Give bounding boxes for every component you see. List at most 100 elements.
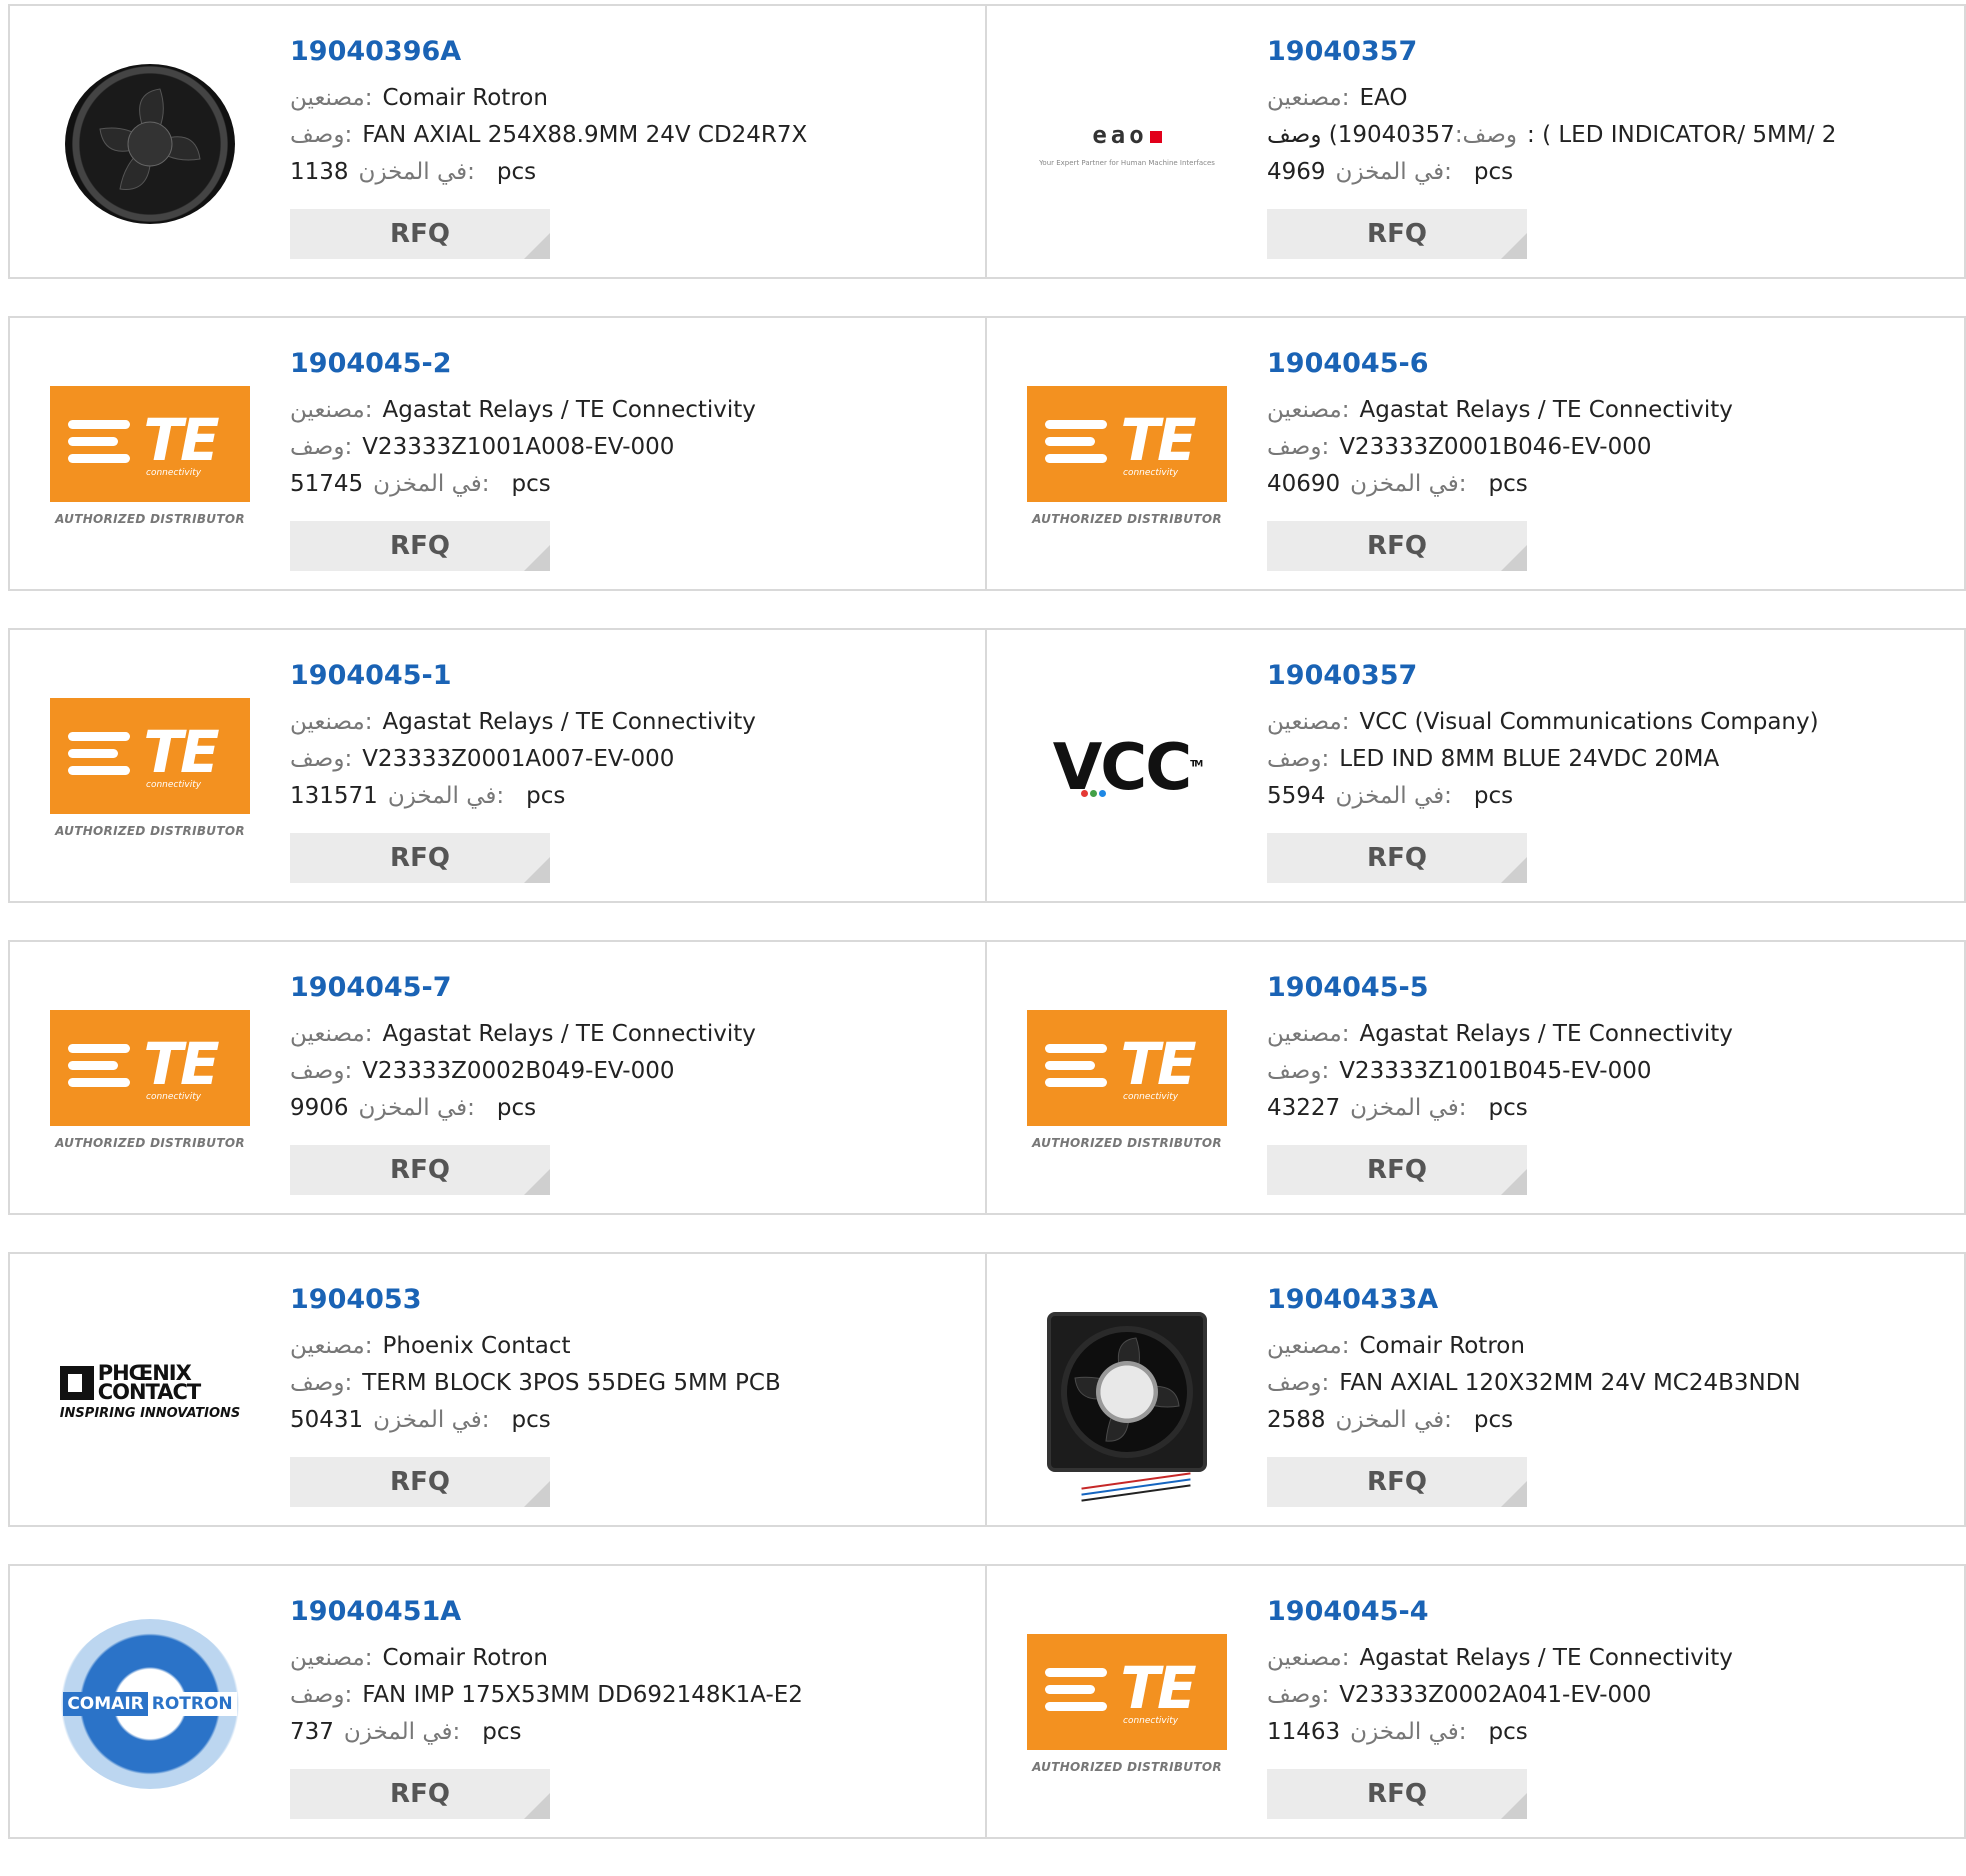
manufacturer-logo[interactable]: PHŒNIX CONTACT INSPIRING INNOVATIONS — [50, 1292, 250, 1492]
manufacturer-label: مصنعين: — [1267, 1645, 1350, 1671]
product-info: 1904045-6 مصنعين: Agastat Relays / TE Con… — [1267, 346, 1944, 503]
stock-line: 131571 في المخزن: pcs — [290, 778, 965, 815]
te-logo-subtext: connectivity — [1123, 468, 1179, 478]
stock-value: 737 — [290, 1719, 334, 1745]
manufacturer-logo[interactable]: TE connectivity AUTHORIZED DISTRIBUTOR — [50, 980, 250, 1180]
description-label: وصف: — [1267, 1370, 1330, 1396]
rfq-button[interactable]: RFQ — [290, 1145, 550, 1195]
manufacturer-line: مصنعين: Comair Rotron — [290, 80, 965, 117]
description-label: وصف: — [1267, 434, 1330, 460]
manufacturer-line: مصنعين: Agastat Relays / TE Connectivity — [1267, 1640, 1944, 1677]
manufacturer-line: مصنعين: EAO — [1267, 80, 1944, 117]
product-row: COMAIR ROTRON 19040451A مصنعين: Comair Rot… — [8, 1564, 1966, 1839]
description-line: وصف: V23333Z0002B049-EV-000 — [290, 1053, 965, 1090]
te-bars-icon — [1045, 1668, 1107, 1719]
corner-fold-icon — [524, 233, 550, 259]
part-number-link[interactable]: 19040357 — [1267, 34, 1944, 70]
te-logo-box: TE connectivity — [1027, 1010, 1227, 1126]
part-number-link[interactable]: 1904045-4 — [1267, 1594, 1944, 1630]
rfq-button[interactable]: RFQ — [290, 1769, 550, 1819]
part-number-link[interactable]: 1904045-5 — [1267, 970, 1944, 1006]
product-info: 1904045-1 مصنعين: Agastat Relays / TE Con… — [290, 658, 965, 815]
manufacturer-logo[interactable]: TE connectivity AUTHORIZED DISTRIBUTOR — [50, 356, 250, 556]
part-number-link[interactable]: 1904045-2 — [290, 346, 965, 382]
manufacturer-value: Comair Rotron — [382, 85, 548, 111]
rfq-button[interactable]: RFQ — [290, 833, 550, 883]
manufacturer-logo[interactable]: TE connectivity AUTHORIZED DISTRIBUTOR — [50, 668, 250, 868]
eao-wordmark: eao — [1092, 121, 1162, 149]
corner-fold-icon — [524, 545, 550, 571]
part-number-link[interactable]: 19040357 — [1267, 658, 1944, 694]
part-number-link[interactable]: 19040433A — [1267, 1282, 1944, 1318]
rfq-button[interactable]: RFQ — [290, 209, 550, 259]
manufacturer-logo[interactable]: TE connectivity AUTHORIZED DISTRIBUTOR — [1027, 1604, 1227, 1804]
te-logo-text: TE — [143, 406, 219, 474]
rfq-button[interactable]: RFQ — [1267, 833, 1527, 883]
manufacturer-logo[interactable]: COMAIR ROTRON — [50, 1604, 250, 1804]
product-card: TE connectivity AUTHORIZED DISTRIBUTOR 1… — [987, 1564, 1966, 1839]
product-info: 19040357 مصنعين: EAO وصف:19040357) وصف: (… — [1267, 34, 1944, 191]
description-label: وصف: — [290, 1682, 353, 1708]
rfq-button[interactable]: RFQ — [1267, 1457, 1527, 1507]
stock-unit: pcs — [496, 159, 537, 185]
description-line: وصف: LED IND 8MM BLUE 24VDC 20MA — [1267, 741, 1944, 778]
rfq-label: RFQ — [390, 1155, 450, 1185]
product-row: TE connectivity AUTHORIZED DISTRIBUTOR 1… — [8, 940, 1966, 1215]
corner-fold-icon — [524, 1169, 550, 1195]
stock-line: 737 في المخزن: pcs — [290, 1714, 965, 1751]
te-bars-icon — [1045, 420, 1107, 471]
eao-word-text: eao — [1092, 121, 1148, 149]
stock-unit: pcs — [1488, 471, 1528, 497]
product-card: COMAIR ROTRON 19040451A مصنعين: Comair Rot… — [8, 1564, 987, 1839]
eao-tagline: Your Expert Partner for Human Machine In… — [1039, 159, 1215, 167]
part-number-link[interactable]: 1904045-1 — [290, 658, 965, 694]
te-bars-icon — [68, 732, 130, 783]
part-number-link[interactable]: 19040396A — [290, 34, 965, 70]
manufacturer-label: مصنعين: — [290, 1021, 373, 1047]
rfq-button[interactable]: RFQ — [1267, 1145, 1527, 1195]
vcc-tm: TM — [1190, 759, 1203, 770]
description-value: V23333Z0002A041-EV-000 — [1339, 1682, 1652, 1708]
product-card: TE connectivity AUTHORIZED DISTRIBUTOR 1… — [987, 940, 1966, 1215]
manufacturer-logo[interactable]: TE connectivity AUTHORIZED DISTRIBUTOR — [1027, 356, 1227, 556]
product-card: 19040433A مصنعين: Comair Rotron وصف: FAN A… — [987, 1252, 1966, 1527]
part-number-link[interactable]: 19040451A — [290, 1594, 965, 1630]
part-number-link[interactable]: 1904053 — [290, 1282, 965, 1318]
stock-value: 1138 — [290, 159, 349, 185]
stock-label: في المخزن: — [358, 159, 475, 185]
description-line: وصف: V23333Z1001A008-EV-000 — [290, 429, 965, 466]
te-connectivity-logo: TE connectivity AUTHORIZED DISTRIBUTOR — [50, 386, 250, 526]
manufacturer-label: مصنعين: — [1267, 397, 1350, 423]
rfq-button[interactable]: RFQ — [1267, 209, 1527, 259]
manufacturer-logo[interactable]: TE connectivity AUTHORIZED DISTRIBUTOR — [1027, 980, 1227, 1180]
description-label: وصف: — [290, 1058, 353, 1084]
rfq-button[interactable]: RFQ — [1267, 521, 1527, 571]
description-value: V23333Z0001B046-EV-000 — [1339, 434, 1652, 460]
manufacturer-logo[interactable]: eao Your Expert Partner for Human Machin… — [1027, 44, 1227, 244]
stock-value: 9906 — [290, 1095, 349, 1121]
fan-blades-icon — [99, 88, 201, 190]
rfq-button[interactable]: RFQ — [1267, 1769, 1527, 1819]
corner-fold-icon — [524, 857, 550, 883]
description-value: FAN IMP 175X53MM DD692148K1A-E2 — [362, 1682, 803, 1708]
manufacturer-line: مصنعين: Comair Rotron — [1267, 1328, 1944, 1365]
product-card: TE connectivity AUTHORIZED DISTRIBUTOR 1… — [8, 940, 987, 1215]
manufacturer-logo[interactable] — [50, 44, 250, 244]
manufacturer-logo[interactable] — [1027, 1292, 1227, 1502]
product-info: 19040396A مصنعين: Comair Rotron وصف: FAN A… — [290, 34, 965, 191]
rfq-label: RFQ — [1367, 843, 1427, 873]
stock-unit: pcs — [496, 1095, 537, 1121]
manufacturer-logo[interactable]: VCCTM — [1027, 668, 1227, 868]
rfq-button[interactable]: RFQ — [290, 1457, 550, 1507]
product-card: TE connectivity AUTHORIZED DISTRIBUTOR 1… — [987, 316, 1966, 591]
part-number-link[interactable]: 1904045-7 — [290, 970, 965, 1006]
manufacturer-value: EAO — [1359, 85, 1408, 111]
part-number-link[interactable]: 1904045-6 — [1267, 346, 1944, 382]
rfq-button[interactable]: RFQ — [290, 521, 550, 571]
stock-label: في المخزن: — [373, 1407, 490, 1433]
te-connectivity-logo: TE connectivity AUTHORIZED DISTRIBUTOR — [50, 698, 250, 838]
stock-label: في المخزن: — [373, 471, 490, 497]
rfq-label: RFQ — [390, 219, 450, 249]
te-logo-box: TE connectivity — [50, 1010, 250, 1126]
stock-unit: pcs — [482, 1719, 522, 1745]
